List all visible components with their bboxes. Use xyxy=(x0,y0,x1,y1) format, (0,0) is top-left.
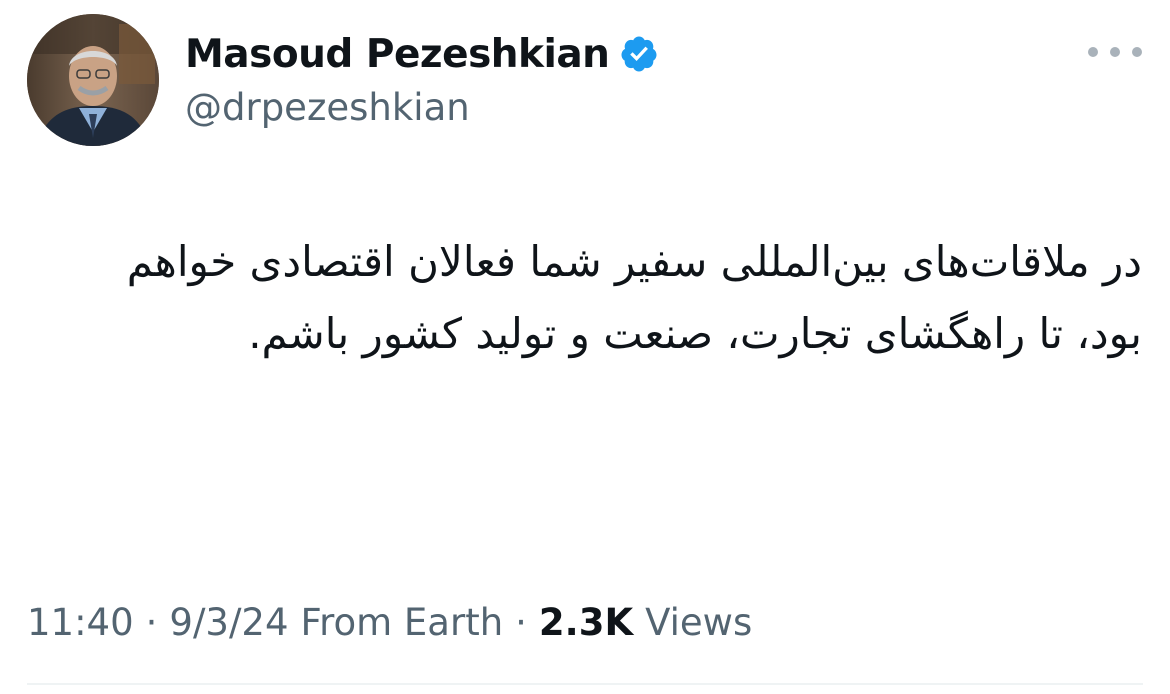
views-label[interactable]: Views xyxy=(645,601,752,644)
avatar[interactable] xyxy=(27,14,159,146)
display-name[interactable]: Masoud Pezeshkian xyxy=(185,32,610,77)
dot-icon xyxy=(1132,47,1142,57)
divider xyxy=(27,683,1143,685)
separator: · xyxy=(145,600,158,644)
dot-icon xyxy=(1110,47,1120,57)
tweet-time[interactable]: 11:40 xyxy=(27,601,134,644)
verified-badge-icon[interactable] xyxy=(619,34,659,74)
tweet-source: From Earth xyxy=(300,600,504,644)
dot-icon xyxy=(1088,47,1098,57)
views-count[interactable]: 2.3K xyxy=(539,601,633,644)
tweet-card: Masoud Pezeshkian @drpezeshkian در ملاقا… xyxy=(0,0,1170,694)
separator: · xyxy=(515,600,527,644)
author-handle[interactable]: @drpezeshkian xyxy=(185,86,470,129)
more-options-icon[interactable] xyxy=(1088,38,1142,66)
author-name-row: Masoud Pezeshkian xyxy=(185,28,659,80)
tweet-date[interactable]: 9/3/24 xyxy=(169,601,288,644)
tweet-meta: 11:40 · 9/3/24 From Earth · 2.3K Views xyxy=(27,596,752,648)
tweet-text: در ملاقات‌های بین‌المللی سفیر شما فعالان… xyxy=(126,237,1142,358)
profile-photo-icon xyxy=(27,14,159,146)
